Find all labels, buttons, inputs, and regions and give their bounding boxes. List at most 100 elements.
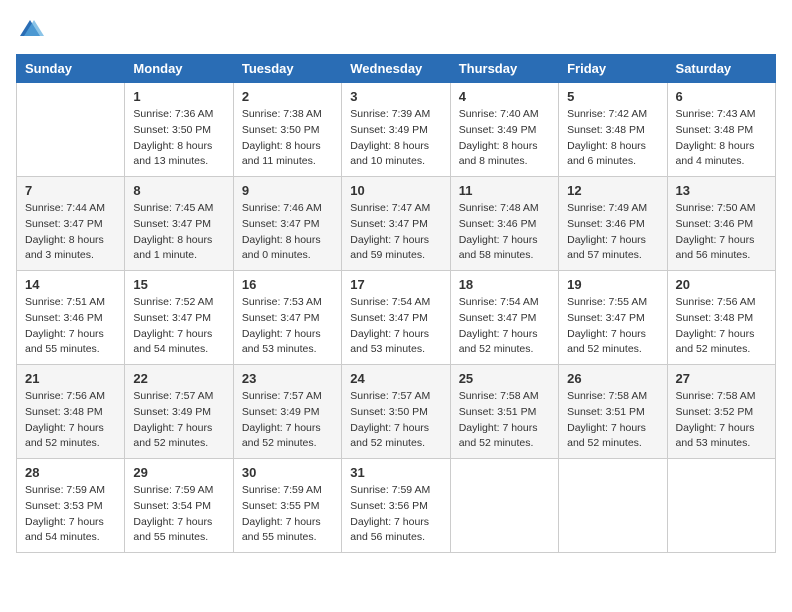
day-info: Sunrise: 7:45 AMSunset: 3:47 PMDaylight:… — [133, 201, 224, 264]
calendar-cell: 27Sunrise: 7:58 AMSunset: 3:52 PMDayligh… — [667, 365, 775, 459]
day-info: Sunrise: 7:39 AMSunset: 3:49 PMDaylight:… — [350, 107, 441, 170]
page-header — [16, 16, 776, 44]
day-info: Sunrise: 7:54 AMSunset: 3:47 PMDaylight:… — [350, 295, 441, 358]
day-number: 17 — [350, 277, 441, 292]
day-number: 14 — [25, 277, 116, 292]
calendar-cell: 2Sunrise: 7:38 AMSunset: 3:50 PMDaylight… — [233, 83, 341, 177]
calendar-cell: 26 Sunrise: 7:58 AMSunset: 3:51 PMDayligh… — [559, 365, 667, 459]
weekday-header-row: SundayMondayTuesdayWednesdayThursdayFrid… — [17, 55, 776, 83]
calendar-cell — [667, 459, 775, 553]
calendar-cell: 1 Sunrise: 7:36 AMSunset: 3:50 PMDaylight… — [125, 83, 233, 177]
day-number: 6 — [676, 89, 767, 104]
calendar-cell: 14 Sunrise: 7:51 AMSunset: 3:46 PMDayligh… — [17, 271, 125, 365]
day-number: 25 — [459, 371, 550, 386]
logo-icon — [16, 16, 44, 44]
day-number: 3 — [350, 89, 441, 104]
calendar-cell: 11 Sunrise: 7:48 AMSunset: 3:46 PMDayligh… — [450, 177, 558, 271]
weekday-header-sunday: Sunday — [17, 55, 125, 83]
calendar-cell: 10Sunrise: 7:47 AMSunset: 3:47 PMDayligh… — [342, 177, 450, 271]
day-number: 5 — [567, 89, 658, 104]
day-info: Sunrise: 7:59 AMSunset: 3:54 PMDaylight:… — [133, 483, 224, 546]
calendar-cell — [559, 459, 667, 553]
day-info: Sunrise: 7:58 AMSunset: 3:51 PMDaylight:… — [459, 389, 550, 452]
day-number: 8 — [133, 183, 224, 198]
calendar-cell: 18Sunrise: 7:54 AMSunset: 3:47 PMDayligh… — [450, 271, 558, 365]
day-number: 29 — [133, 465, 224, 480]
day-number: 10 — [350, 183, 441, 198]
day-number: 13 — [676, 183, 767, 198]
calendar-week-row: 7Sunrise: 7:44 AMSunset: 3:47 PMDaylight… — [17, 177, 776, 271]
calendar-cell: 15 Sunrise: 7:52 AMSunset: 3:47 PMDayligh… — [125, 271, 233, 365]
day-number: 22 — [133, 371, 224, 386]
day-info: Sunrise: 7:56 AMSunset: 3:48 PMDaylight:… — [676, 295, 767, 358]
calendar-cell: 19 Sunrise: 7:55 AMSunset: 3:47 PMDayligh… — [559, 271, 667, 365]
day-number: 27 — [676, 371, 767, 386]
day-info: Sunrise: 7:57 AMSunset: 3:49 PMDaylight:… — [133, 389, 224, 452]
calendar-cell: 3 Sunrise: 7:39 AMSunset: 3:49 PMDaylight… — [342, 83, 450, 177]
calendar-week-row: 21Sunrise: 7:56 AMSunset: 3:48 PMDayligh… — [17, 365, 776, 459]
day-info: Sunrise: 7:57 AMSunset: 3:50 PMDaylight:… — [350, 389, 441, 452]
day-number: 19 — [567, 277, 658, 292]
day-info: Sunrise: 7:55 AMSunset: 3:47 PMDaylight:… — [567, 295, 658, 358]
calendar-cell: 8 Sunrise: 7:45 AMSunset: 3:47 PMDaylight… — [125, 177, 233, 271]
day-info: Sunrise: 7:59 AMSunset: 3:56 PMDaylight:… — [350, 483, 441, 546]
calendar-week-row: 14 Sunrise: 7:51 AMSunset: 3:46 PMDayligh… — [17, 271, 776, 365]
day-number: 23 — [242, 371, 333, 386]
weekday-header-thursday: Thursday — [450, 55, 558, 83]
calendar-table: SundayMondayTuesdayWednesdayThursdayFrid… — [16, 54, 776, 553]
calendar-cell: 6 Sunrise: 7:43 AMSunset: 3:48 PMDaylight… — [667, 83, 775, 177]
day-number: 4 — [459, 89, 550, 104]
day-info: Sunrise: 7:51 AMSunset: 3:46 PMDaylight:… — [25, 295, 116, 358]
calendar-week-row: 28 Sunrise: 7:59 AMSunset: 3:53 PMDayligh… — [17, 459, 776, 553]
day-number: 12 — [567, 183, 658, 198]
calendar-cell: 5 Sunrise: 7:42 AMSunset: 3:48 PMDaylight… — [559, 83, 667, 177]
day-info: Sunrise: 7:53 AMSunset: 3:47 PMDaylight:… — [242, 295, 333, 358]
calendar-cell: 31 Sunrise: 7:59 AMSunset: 3:56 PMDayligh… — [342, 459, 450, 553]
calendar-cell: 25 Sunrise: 7:58 AMSunset: 3:51 PMDayligh… — [450, 365, 558, 459]
day-number: 26 — [567, 371, 658, 386]
logo — [16, 16, 48, 44]
calendar-cell — [17, 83, 125, 177]
calendar-cell: 22 Sunrise: 7:57 AMSunset: 3:49 PMDayligh… — [125, 365, 233, 459]
calendar-cell: 24 Sunrise: 7:57 AMSunset: 3:50 PMDayligh… — [342, 365, 450, 459]
day-info: Sunrise: 7:43 AMSunset: 3:48 PMDaylight:… — [676, 107, 767, 170]
day-number: 2 — [242, 89, 333, 104]
calendar-week-row: 1 Sunrise: 7:36 AMSunset: 3:50 PMDaylight… — [17, 83, 776, 177]
calendar-cell: 20Sunrise: 7:56 AMSunset: 3:48 PMDayligh… — [667, 271, 775, 365]
day-number: 21 — [25, 371, 116, 386]
day-number: 15 — [133, 277, 224, 292]
day-info: Sunrise: 7:59 AMSunset: 3:53 PMDaylight:… — [25, 483, 116, 546]
day-number: 28 — [25, 465, 116, 480]
calendar-cell: 30Sunrise: 7:59 AMSunset: 3:55 PMDayligh… — [233, 459, 341, 553]
weekday-header-tuesday: Tuesday — [233, 55, 341, 83]
calendar-cell: 28 Sunrise: 7:59 AMSunset: 3:53 PMDayligh… — [17, 459, 125, 553]
calendar-cell: 17 Sunrise: 7:54 AMSunset: 3:47 PMDayligh… — [342, 271, 450, 365]
calendar-cell: 21Sunrise: 7:56 AMSunset: 3:48 PMDayligh… — [17, 365, 125, 459]
day-info: Sunrise: 7:57 AMSunset: 3:49 PMDaylight:… — [242, 389, 333, 452]
weekday-header-monday: Monday — [125, 55, 233, 83]
calendar-cell: 29 Sunrise: 7:59 AMSunset: 3:54 PMDayligh… — [125, 459, 233, 553]
weekday-header-saturday: Saturday — [667, 55, 775, 83]
day-number: 30 — [242, 465, 333, 480]
calendar-cell: 13 Sunrise: 7:50 AMSunset: 3:46 PMDayligh… — [667, 177, 775, 271]
day-number: 11 — [459, 183, 550, 198]
day-number: 18 — [459, 277, 550, 292]
day-number: 9 — [242, 183, 333, 198]
day-number: 31 — [350, 465, 441, 480]
calendar-cell: 9 Sunrise: 7:46 AMSunset: 3:47 PMDaylight… — [233, 177, 341, 271]
calendar-cell: 16 Sunrise: 7:53 AMSunset: 3:47 PMDayligh… — [233, 271, 341, 365]
calendar-cell: 23 Sunrise: 7:57 AMSunset: 3:49 PMDayligh… — [233, 365, 341, 459]
day-info: Sunrise: 7:44 AMSunset: 3:47 PMDaylight:… — [25, 201, 116, 264]
day-info: Sunrise: 7:48 AMSunset: 3:46 PMDaylight:… — [459, 201, 550, 264]
day-info: Sunrise: 7:58 AMSunset: 3:51 PMDaylight:… — [567, 389, 658, 452]
day-info: Sunrise: 7:36 AMSunset: 3:50 PMDaylight:… — [133, 107, 224, 170]
day-info: Sunrise: 7:50 AMSunset: 3:46 PMDaylight:… — [676, 201, 767, 264]
day-info: Sunrise: 7:52 AMSunset: 3:47 PMDaylight:… — [133, 295, 224, 358]
day-info: Sunrise: 7:40 AMSunset: 3:49 PMDaylight:… — [459, 107, 550, 170]
day-number: 1 — [133, 89, 224, 104]
day-number: 24 — [350, 371, 441, 386]
day-number: 16 — [242, 277, 333, 292]
day-info: Sunrise: 7:46 AMSunset: 3:47 PMDaylight:… — [242, 201, 333, 264]
day-info: Sunrise: 7:42 AMSunset: 3:48 PMDaylight:… — [567, 107, 658, 170]
day-info: Sunrise: 7:49 AMSunset: 3:46 PMDaylight:… — [567, 201, 658, 264]
